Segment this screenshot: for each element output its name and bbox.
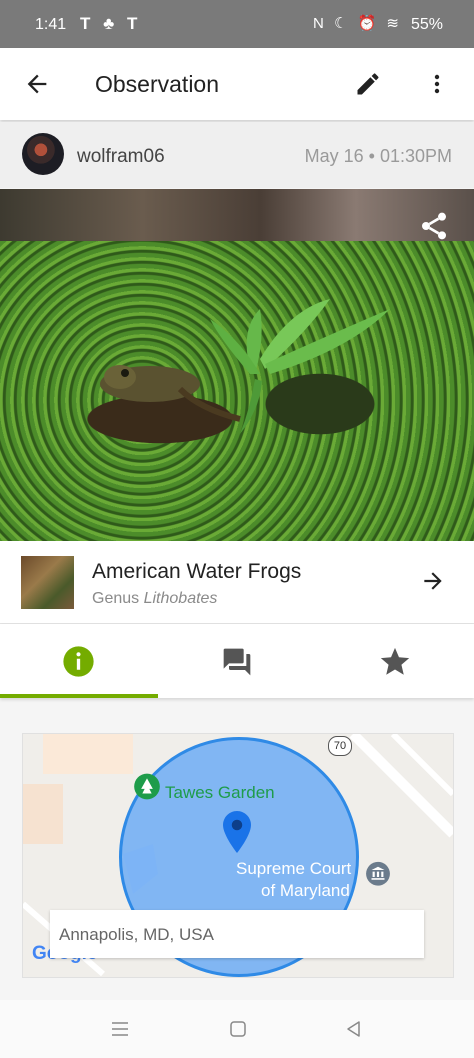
map-poi-supreme-court-line1: Supreme Court [236,859,352,878]
home-icon[interactable] [228,1019,248,1039]
tab-info[interactable] [0,624,158,698]
username[interactable]: wolfram06 [77,146,165,168]
government-building-icon [366,861,390,886]
frog-and-plant-graphic [100,299,390,434]
observation-photo[interactable] [0,189,474,541]
photo-rocks-background [0,189,474,241]
park-pin-icon [134,773,160,800]
system-icons: N ☾ ⏰ ≋ [312,15,402,32]
tab-activity[interactable] [158,624,316,698]
comments-icon [223,648,251,676]
observation-date: May 16 • 01:30PM [304,146,452,166]
map-poi-tawes-garden: Tawes Garden [165,783,275,802]
route-shield: 70 [328,736,352,756]
app-bar: Observation [0,48,474,120]
back-arrow-icon[interactable] [22,70,52,98]
location-name: Annapolis, MD, USA [59,925,214,944]
status-time: 1:41 [35,16,67,33]
active-tab-indicator [0,694,158,698]
recent-apps-icon[interactable] [110,1020,130,1038]
taxon-rank: Genus [92,590,140,607]
taxon-scientific-name: Lithobates [143,590,218,607]
taxon-common-name[interactable]: American Water Frogs [92,560,301,584]
taxon-rank-line: Genus Lithobates [92,590,217,608]
taxon-row[interactable]: American Water Frogs Genus Lithobates [0,541,474,624]
observer-row[interactable]: wolfram06 May 16 • 01:30PM [0,122,474,188]
location-pin-icon [223,811,251,853]
edit-pencil-icon[interactable] [354,70,382,98]
taxon-thumbnail[interactable] [21,556,74,609]
page-title: Observation [95,71,220,97]
arrow-right-icon[interactable] [420,568,446,594]
share-icon[interactable] [418,210,450,242]
observation-tabs [0,624,474,698]
notification-icons: T ♣ T [80,14,142,33]
more-options-icon[interactable] [425,70,449,98]
battery-level: 55% [410,16,443,33]
system-back-icon[interactable] [344,1019,364,1039]
info-icon [63,646,94,677]
status-bar: 1:41 T ♣ T N ☾ ⏰ ≋ 55% [0,0,474,48]
star-icon [380,647,410,675]
system-nav-bar [0,1000,474,1058]
map-poi-supreme-court-line2: of Maryland [261,881,350,900]
map-location-label: Annapolis, MD, USA [50,910,424,958]
avatar[interactable] [22,133,64,175]
tab-favorites[interactable] [316,624,474,698]
